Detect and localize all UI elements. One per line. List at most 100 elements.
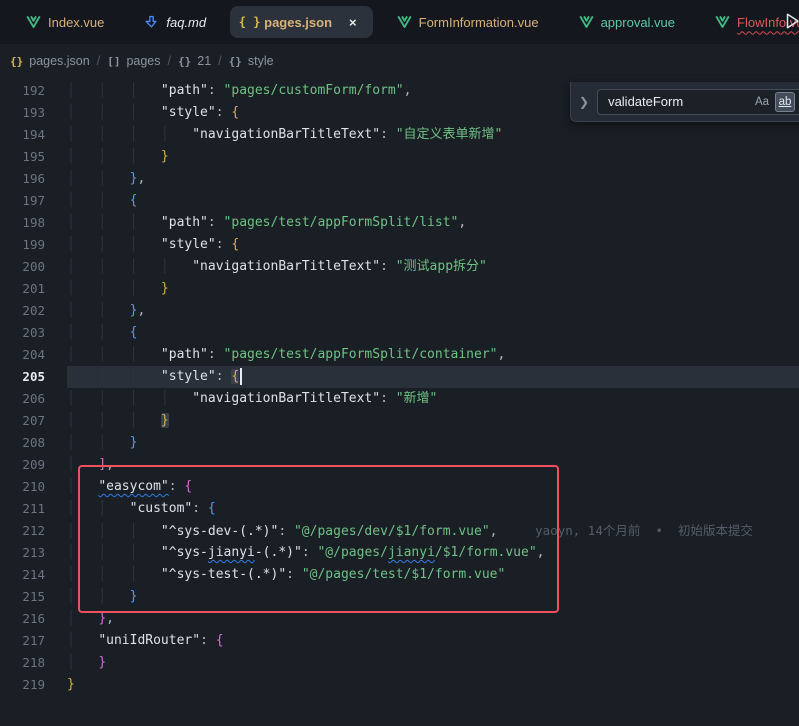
tab-pages-json[interactable]: { }pages.json×: [230, 6, 373, 38]
breadcrumb-item-style[interactable]: {}style: [229, 54, 274, 68]
code-line-219[interactable]: 219}: [0, 674, 799, 696]
code-line-197[interactable]: 197│ │ {: [0, 190, 799, 212]
code-token: ]: [98, 457, 106, 472]
code-token: :: [192, 501, 208, 516]
code-token: :: [200, 633, 216, 648]
line-content: │ │ │ "^sys-dev-(.*)": "@/pages/dev/$1/f…: [67, 520, 799, 542]
line-number: 200: [0, 256, 45, 278]
code-line-218[interactable]: 218│ }: [0, 652, 799, 674]
breadcrumb-item-pages[interactable]: []pages: [107, 54, 160, 68]
code-line-212[interactable]: 212 │ │ │ "^sys-dev-(.*)": "@/pages/dev/$…: [0, 520, 799, 542]
line-number: 212: [0, 520, 45, 542]
whole-word-icon[interactable]: ab: [775, 92, 795, 112]
code-line-202[interactable]: 202│ │ },: [0, 300, 799, 322]
indent-guide: │ │ │: [67, 237, 161, 252]
vue-icon: [397, 15, 412, 30]
code-line-200[interactable]: 200│ │ │ │ "navigationBarTitleText": "测试…: [0, 256, 799, 278]
code-line-201[interactable]: 201│ │ │ }: [0, 278, 799, 300]
code-token: "新增": [396, 391, 438, 406]
line-content: │ }: [67, 652, 799, 674]
breadcrumb-item-21[interactable]: {}21: [178, 54, 211, 68]
line-number: 213: [0, 542, 45, 564]
code-line-214[interactable]: 214│ │ │ "^sys-test-(.*)": "@/pages/test…: [0, 564, 799, 586]
code-token: jianyi: [388, 545, 435, 560]
code-line-203[interactable]: 203│ │ {: [0, 322, 799, 344]
code-line-211[interactable]: 211│ │ "custom": {: [0, 498, 799, 520]
indent-guide: │ │ │: [67, 281, 161, 296]
find-expand-chevron-icon[interactable]: ❯: [579, 95, 589, 109]
code-token: ,: [458, 215, 466, 230]
indent-guide: │ │: [67, 501, 130, 516]
line-content: │ │ },: [67, 168, 799, 190]
code-line-195[interactable]: 195│ │ │ }: [0, 146, 799, 168]
indent-guide: │ │ │: [67, 567, 161, 582]
find-query-text[interactable]: validateForm: [608, 94, 749, 109]
code-line-208[interactable]: 208│ │ }: [0, 432, 799, 454]
code-token: }: [98, 611, 106, 626]
code-token: :: [286, 567, 302, 582]
indent-guide: │ │: [67, 589, 130, 604]
tab-faq-md[interactable]: faq.md: [124, 0, 226, 44]
breadcrumb-separator: /: [168, 54, 171, 68]
code-token: :: [302, 545, 318, 560]
code-token: "^sys-dev-(.*)": [161, 524, 278, 539]
vue-icon: [26, 15, 41, 30]
code-token: jianyi: [208, 545, 255, 560]
code-token: {: [130, 325, 138, 340]
code-token: "custom": [130, 501, 193, 516]
line-number: 204: [0, 344, 45, 366]
breadcrumb-item-pages-json[interactable]: {}pages.json: [10, 54, 90, 68]
tab-index-vue[interactable]: Index.vue: [6, 0, 124, 44]
code-lines: 192│ │ │ "path": "pages/customForm/form"…: [0, 78, 799, 696]
match-case-icon[interactable]: Aa: [752, 92, 772, 112]
tab-approval-vue[interactable]: approval.vue: [559, 0, 695, 44]
code-token: {: [231, 369, 239, 384]
tab-label: pages.json: [264, 15, 332, 30]
code-line-217[interactable]: 217│ "uniIdRouter": {: [0, 630, 799, 652]
code-line-205[interactable]: 205│ │ │ "style": {: [0, 366, 799, 388]
code-token: :: [380, 259, 396, 274]
tab-bar: Index.vuefaq.md{ }pages.json×FormInforma…: [0, 0, 799, 44]
line-content: │ │ {: [67, 190, 799, 212]
line-content: │ },: [67, 608, 799, 630]
indent-guide: │ │: [67, 435, 130, 450]
line-number: 199: [0, 234, 45, 256]
line-number: 219: [0, 674, 45, 696]
code-line-199[interactable]: 199│ │ │ "style": {: [0, 234, 799, 256]
code-token: -(.*)": [255, 545, 302, 560]
code-line-210[interactable]: 210│ "easycom": {: [0, 476, 799, 498]
line-number: 192: [0, 80, 45, 102]
breadcrumb-label: 21: [197, 54, 211, 68]
code-line-213[interactable]: 213│ │ │ "^sys-jianyi-(.*)": "@/pages/ji…: [0, 542, 799, 564]
line-content: │ │ │ }: [67, 410, 799, 432]
find-input[interactable]: validateForm Aa ab .*: [597, 89, 799, 115]
code-line-194[interactable]: 194│ │ │ │ "navigationBarTitleText": "自定…: [0, 124, 799, 146]
code-line-206[interactable]: 206│ │ │ │ "navigationBarTitleText": "新增…: [0, 388, 799, 410]
code-line-196[interactable]: 196│ │ },: [0, 168, 799, 190]
line-number: 209: [0, 454, 45, 476]
code-token: }: [67, 677, 75, 692]
code-token: "uniIdRouter": [98, 633, 200, 648]
code-token: }: [161, 413, 169, 428]
code-line-198[interactable]: 198│ │ │ "path": "pages/test/appFormSpli…: [0, 212, 799, 234]
code-line-215[interactable]: 215│ │ }: [0, 586, 799, 608]
code-token: ,: [106, 457, 114, 472]
indent-guide: │ │ │ │: [67, 259, 192, 274]
line-content: │ "uniIdRouter": {: [67, 630, 799, 652]
code-line-204[interactable]: 204│ │ │ "path": "pages/test/appFormSpli…: [0, 344, 799, 366]
code-token: "path": [161, 347, 208, 362]
code-token: {: [208, 501, 216, 516]
code-line-216[interactable]: 216│ },: [0, 608, 799, 630]
run-button[interactable]: [783, 12, 799, 32]
code-line-207[interactable]: 207│ │ │ }: [0, 410, 799, 432]
code-editor[interactable]: 192│ │ │ "path": "pages/customForm/form"…: [0, 78, 799, 726]
breadcrumb-separator: /: [218, 54, 221, 68]
line-number: 214: [0, 564, 45, 586]
indent-guide: │: [67, 457, 98, 472]
code-token: /$1/form.vue": [435, 545, 537, 560]
indent-guide: │ │ │: [67, 347, 161, 362]
code-line-209[interactable]: 209 │ ],: [0, 454, 799, 476]
line-number: 203: [0, 322, 45, 344]
close-icon[interactable]: ×: [345, 14, 361, 31]
tab-forminformation-vue[interactable]: FormInformation.vue: [377, 0, 559, 44]
